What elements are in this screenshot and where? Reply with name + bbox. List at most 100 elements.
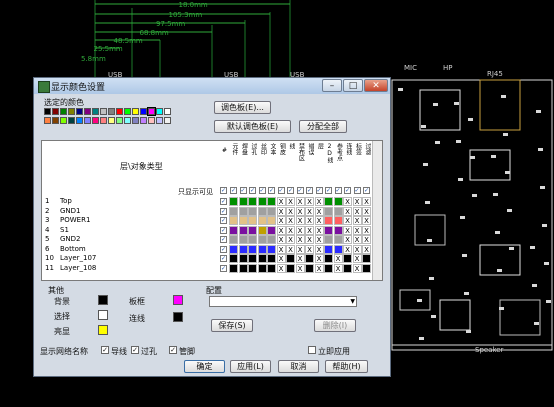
assign-all-button[interactable]: 分配全部: [299, 120, 347, 133]
layer-color-cell[interactable]: X: [286, 244, 295, 254]
layer-color-cell[interactable]: [229, 216, 238, 225]
column-visible-checkbox[interactable]: ✓: [230, 187, 237, 194]
layer-visible-checkbox[interactable]: ✓: [220, 207, 227, 215]
layer-color-cell[interactable]: [248, 244, 257, 254]
column-visible-checkbox[interactable]: ✓: [325, 187, 332, 194]
layer-color-cell[interactable]: [238, 216, 248, 225]
column-visible-checkbox[interactable]: ✓: [268, 187, 275, 194]
layer-color-cell[interactable]: [324, 263, 333, 273]
column-visible-checkbox[interactable]: ✓: [306, 187, 313, 194]
palette-swatch[interactable]: [84, 117, 91, 124]
palette-swatch[interactable]: [148, 117, 155, 124]
layer-color-cell[interactable]: X: [295, 197, 305, 206]
layer-color-cell[interactable]: [267, 197, 276, 206]
layer-color-cell[interactable]: X: [343, 206, 352, 216]
layer-color-cell[interactable]: [305, 254, 314, 263]
layer-color-cell[interactable]: [267, 263, 276, 273]
layer-color-cell[interactable]: X: [276, 263, 286, 273]
layer-color-cell[interactable]: [229, 225, 238, 235]
column-visible-checkbox[interactable]: ✓: [239, 187, 247, 194]
save-button[interactable]: 保存(S): [211, 319, 253, 332]
layer-color-cell[interactable]: [229, 206, 238, 216]
layer-color-cell[interactable]: [324, 235, 333, 244]
layer-color-cell[interactable]: X: [362, 216, 371, 225]
palette-swatch[interactable]: [124, 117, 131, 124]
layer-color-cell[interactable]: [248, 235, 257, 244]
layer-color-cell[interactable]: [248, 197, 257, 206]
layer-color-cell[interactable]: [343, 263, 352, 273]
layer-color-cell[interactable]: [257, 197, 267, 206]
layer-color-cell[interactable]: X: [314, 197, 324, 206]
palette-swatch[interactable]: [116, 117, 123, 124]
palette-swatch[interactable]: [147, 107, 156, 116]
column-visible-checkbox[interactable]: ✓: [334, 187, 342, 194]
layer-color-cell[interactable]: X: [352, 235, 362, 244]
layer-color-cell[interactable]: [333, 225, 343, 235]
layer-color-cell[interactable]: X: [305, 216, 314, 225]
default-palette-button[interactable]: 默认调色板(E): [214, 120, 291, 133]
palette-swatch[interactable]: [108, 108, 115, 115]
layer-color-cell[interactable]: X: [343, 244, 352, 254]
palette-swatch[interactable]: [156, 117, 163, 124]
palette-swatch[interactable]: [52, 117, 59, 124]
layer-color-cell[interactable]: [238, 206, 248, 216]
palette-swatch[interactable]: [116, 108, 123, 115]
layer-color-cell[interactable]: [267, 225, 276, 235]
column-visible-checkbox[interactable]: ✓: [277, 187, 285, 194]
layer-color-cell[interactable]: [333, 244, 343, 254]
layer-color-cell[interactable]: X: [314, 263, 324, 273]
layer-color-cell[interactable]: X: [276, 244, 286, 254]
layer-color-cell[interactable]: [229, 197, 238, 206]
layer-color-cell[interactable]: X: [276, 197, 286, 206]
apply-now-checkbox[interactable]: [308, 346, 316, 354]
palette-swatch[interactable]: [140, 108, 147, 115]
layer-color-cell[interactable]: [305, 263, 314, 273]
layer-color-cell[interactable]: X: [314, 225, 324, 235]
layer-color-cell[interactable]: [343, 254, 352, 263]
help-button[interactable]: 帮助(H): [325, 360, 368, 373]
layer-color-cell[interactable]: [286, 254, 295, 263]
layer-color-cell[interactable]: [248, 225, 257, 235]
layer-color-cell[interactable]: X: [333, 263, 343, 273]
layer-color-cell[interactable]: [324, 225, 333, 235]
layer-color-cell[interactable]: X: [286, 235, 295, 244]
column-visible-checkbox[interactable]: ✓: [315, 187, 323, 194]
layer-color-cell[interactable]: X: [305, 225, 314, 235]
palette-swatch[interactable]: [76, 117, 83, 124]
layer-color-cell[interactable]: [257, 235, 267, 244]
layer-color-cell[interactable]: [238, 197, 248, 206]
palette-swatch[interactable]: [44, 117, 51, 124]
layer-visible-checkbox[interactable]: ✓: [220, 217, 227, 224]
layer-color-cell[interactable]: X: [295, 225, 305, 235]
palette-swatch[interactable]: [60, 117, 67, 124]
layer-color-cell[interactable]: [229, 254, 238, 263]
layer-color-cell[interactable]: [257, 244, 267, 254]
layer-color-cell[interactable]: X: [295, 244, 305, 254]
layer-color-cell[interactable]: X: [343, 216, 352, 225]
minimize-button[interactable]: –: [322, 79, 342, 92]
column-visible-checkbox[interactable]: ✓: [249, 187, 256, 194]
layer-color-cell[interactable]: X: [305, 244, 314, 254]
palette-swatch[interactable]: [60, 108, 67, 115]
highlight-color-swatch[interactable]: [98, 325, 108, 335]
layer-color-cell[interactable]: X: [343, 235, 352, 244]
layer-color-cell[interactable]: X: [314, 206, 324, 216]
layer-color-cell[interactable]: [238, 263, 248, 273]
layer-color-cell[interactable]: [333, 206, 343, 216]
layer-color-cell[interactable]: [248, 263, 257, 273]
column-visible-checkbox[interactable]: ✓: [258, 187, 266, 194]
traces-checkbox[interactable]: ✓: [101, 346, 109, 354]
column-visible-checkbox[interactable]: ✓: [353, 187, 361, 194]
layer-color-cell[interactable]: X: [362, 206, 371, 216]
palette-swatch[interactable]: [164, 117, 171, 124]
pins-checkbox[interactable]: ✓: [169, 346, 177, 354]
layer-color-cell[interactable]: X: [352, 216, 362, 225]
layer-color-cell[interactable]: X: [314, 254, 324, 263]
layer-color-cell[interactable]: [238, 235, 248, 244]
layer-color-cell[interactable]: X: [343, 225, 352, 235]
cancel-button[interactable]: 取消: [278, 360, 319, 373]
column-visible-checkbox[interactable]: ✓: [296, 187, 304, 194]
layer-visible-checkbox[interactable]: ✓: [220, 255, 227, 262]
layer-color-cell[interactable]: X: [314, 216, 324, 225]
layer-color-cell[interactable]: [248, 216, 257, 225]
